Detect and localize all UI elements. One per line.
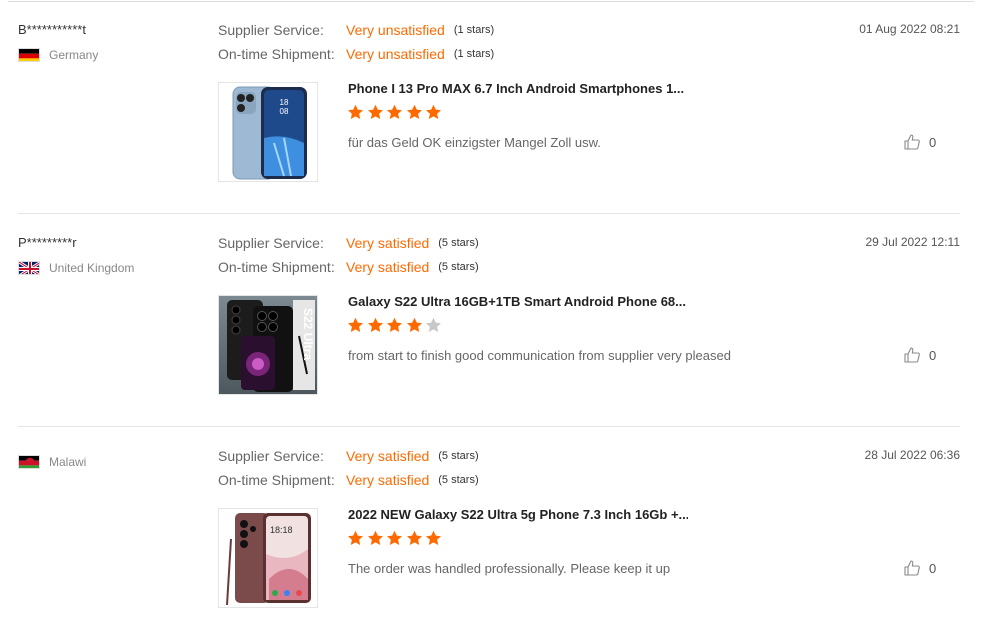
supplier-service-label: Supplier Service: [218,235,324,251]
star-filled-icon [348,317,363,332]
supplier-service-rating: Supplier Service: Very satisfied (5 star… [218,448,479,464]
supplier-service-value: Very satisfied [346,235,430,251]
star-filled-icon [348,530,363,545]
like-count: 0 [929,560,937,576]
shipment-label: On-time Shipment: [218,46,335,62]
like-button[interactable]: 0 [903,133,936,151]
shipment-label: On-time Shipment: [218,259,335,275]
supplier-service-label: Supplier Service: [218,448,324,464]
supplier-service-label: Supplier Service: [218,22,324,38]
star-empty-icon [426,317,441,332]
thumbs-up-icon[interactable] [903,559,921,577]
like-button[interactable]: 0 [903,559,936,577]
supplier-service-value: Very satisfied [346,448,430,464]
phone-blue-thumbnail-icon: 18 08 [219,83,317,181]
star-filled-icon [387,317,402,332]
supplier-service-stars: (5 stars) [438,237,479,249]
phone-burgundy-thumbnail-icon: 18:18 [219,509,317,607]
star-filled-icon [426,104,441,119]
product-title-link[interactable]: Galaxy S22 Ultra 16GB+1TB Smart Android … [348,294,688,309]
product-thumbnail[interactable]: S22 Ultra [218,295,318,395]
shipment-rating: On-time Shipment: Very unsatisfied (1 st… [218,46,494,62]
germany-flag-icon [18,48,40,62]
product-thumbnail[interactable]: 18 08 [218,82,318,182]
reviewer-name: B***********t [18,22,86,37]
uk-flag-icon [18,261,40,275]
review-comment: from start to finish good communication … [348,348,731,363]
product-star-rating [347,104,445,121]
review-item: B***********t Germany Supplier Service: … [0,0,988,212]
review-comment: The order was handled professionally. Pl… [348,561,671,576]
review-comment: für das Geld OK einzigster Mangel Zoll u… [348,135,601,150]
product-title-link[interactable]: 2022 NEW Galaxy S22 Ultra 5g Phone 7.3 I… [348,507,688,522]
thumbnail-text: S22 Ultra [301,308,315,360]
star-filled-icon [406,104,422,119]
supplier-service-stars: (5 stars) [438,450,479,462]
like-button[interactable]: 0 [903,346,936,364]
star-filled-icon [367,317,383,332]
like-count: 0 [929,347,937,363]
reviewer-country: Malawi [18,454,86,470]
shipment-value: Very unsatisfied [346,46,445,62]
shipment-stars: (5 stars) [438,474,479,486]
star-filled-icon [387,530,402,545]
reviewer-country: United Kingdom [18,260,134,276]
product-title-link[interactable]: Phone I 13 Pro MAX 6.7 Inch Android Smar… [348,81,688,96]
product-star-rating [347,530,445,547]
country-name: Malawi [49,455,87,469]
star-filled-icon [426,530,441,545]
like-count: 0 [929,134,937,150]
shipment-stars: (5 stars) [438,261,479,273]
product-star-rating [347,317,445,334]
review-date: 29 Jul 2022 12:11 [865,235,960,249]
shipment-rating: On-time Shipment: Very satisfied (5 star… [218,259,479,275]
review-item: Malawi Supplier Service: Very satisfied … [0,426,988,638]
reviewer-name: P*********r [18,235,77,250]
thumbs-up-icon[interactable] [903,133,921,151]
svg-text:18: 18 [280,98,289,107]
product-thumbnail[interactable]: 18:18 [218,508,318,608]
svg-text:08: 08 [280,107,289,116]
star-filled-icon [367,104,383,119]
reviewer-country: Germany [18,47,98,63]
supplier-service-rating: Supplier Service: Very satisfied (5 star… [218,235,479,251]
shipment-value: Very satisfied [346,472,430,488]
thumbs-up-icon[interactable] [903,346,921,364]
thumbnail-clock: 18:18 [270,525,293,535]
shipment-label: On-time Shipment: [218,472,335,488]
review-date: 28 Jul 2022 06:36 [864,448,960,462]
malawi-flag-icon [18,455,40,469]
star-filled-icon [367,530,383,545]
shipment-stars: (1 stars) [453,48,495,60]
shipment-value: Very satisfied [346,259,430,275]
review-date: 01 Aug 2022 08:21 [859,22,960,36]
review-item: P*********r United Kingdom Supplier Serv… [0,213,988,425]
country-name: United Kingdom [49,261,135,275]
star-filled-icon [406,530,422,545]
star-filled-icon [348,104,363,119]
supplier-service-value: Very unsatisfied [346,22,445,38]
star-filled-icon [406,317,422,332]
star-filled-icon [387,104,402,119]
shipment-rating: On-time Shipment: Very satisfied (5 star… [218,472,479,488]
phone-black-thumbnail-icon: S22 Ultra [219,296,317,394]
supplier-service-stars: (1 stars) [453,24,495,36]
country-name: Germany [49,48,99,62]
supplier-service-rating: Supplier Service: Very unsatisfied (1 st… [218,22,494,38]
